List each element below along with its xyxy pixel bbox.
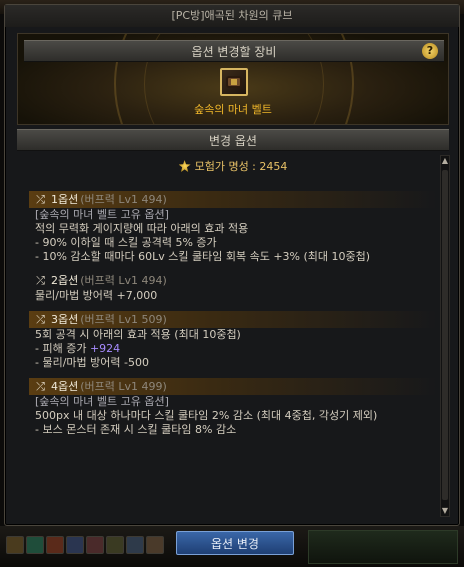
option-block: ⤮ 1옵션 (버프력 Lv1 494) [숲속의 마녀 벨트 고유 옵션] 적의 무력화… (29, 191, 437, 264)
option-line: [숲속의 마녀 벨트 고유 옵션] (29, 208, 437, 222)
option-line-text: - 10% 감소할 때마다 60Lv 스킬 쿨타임 회복 속도 +3% (최대 … (35, 250, 371, 263)
option-line: - 10% 감소할 때마다 60Lv 스킬 쿨타임 회복 속도 +3% (최대 … (29, 250, 437, 264)
scroll-thumb[interactable] (442, 170, 448, 500)
quickslot-icon[interactable] (146, 536, 164, 554)
equip-panel: 옵션 변경할 장비 ? 숲속의 마녀 벨트 (17, 33, 449, 125)
options-header: 변경 옵션 (17, 129, 449, 151)
quickslot-icon[interactable] (126, 536, 144, 554)
equip-section-title: 옵션 변경할 장비 (24, 40, 444, 62)
option-header[interactable]: ⤮ 3옵션 (버프력 Lv1 509) (29, 311, 437, 328)
shuffle-icon: ⤮ (36, 313, 45, 326)
fame-icon (178, 160, 191, 172)
option-line: 500px 내 대상 하나마다 스킬 쿨타임 2% 감소 (최대 4중첩, 각성… (29, 409, 437, 423)
fame-label: 모험가 명성 : 2454 (194, 160, 288, 173)
option-line-text: - 피해 증가 (35, 342, 90, 355)
shuffle-icon: ⤮ (36, 274, 45, 287)
option-label: 1옵션 (51, 193, 79, 206)
option-line-text: 적의 무력화 게이지량에 따라 아래의 효과 적용 (35, 222, 249, 235)
option-header[interactable]: ⤮ 2옵션 (버프력 Lv1 494) (29, 272, 437, 289)
hud-skill-panel (308, 530, 458, 564)
option-list: ⤮ 1옵션 (버프력 Lv1 494) [숲속의 마녀 벨트 고유 옵션] 적의 무력화… (29, 191, 437, 445)
option-line: - 피해 증가 +924 (29, 342, 437, 356)
option-buff-level: (버프력 Lv1 494) (80, 193, 167, 206)
option-line-text: - 보스 몬스터 존재 시 스킬 쿨타임 8% 감소 (35, 423, 237, 436)
option-line: - 90% 이하일 때 스킬 공격력 5% 증가 (29, 236, 437, 250)
option-line-text: - 90% 이하일 때 스킬 공격력 5% 증가 (35, 236, 217, 249)
bottom-bar: 옵션 변경 (0, 526, 464, 567)
scroll-down-icon[interactable]: ▼ (441, 506, 449, 516)
option-buff-level: (버프력 Lv1 509) (80, 313, 167, 326)
option-label: 2옵션 (51, 274, 79, 287)
window-title: [PC방]애곡된 차원의 큐브 (5, 5, 459, 27)
cube-window: [PC방]애곡된 차원의 큐브 옵션 변경할 장비 ? 숲속의 마녀 벨트 변경… (4, 4, 460, 526)
option-label: 3옵션 (51, 313, 79, 326)
option-highlight-value: +924 (89, 342, 121, 355)
option-buff-level: (버프력 Lv1 499) (80, 380, 167, 393)
option-block: ⤮ 2옵션 (버프력 Lv1 494) 물리/마법 방어력 +7,000 (29, 272, 437, 303)
belt-item-icon[interactable] (220, 68, 248, 96)
option-line-text: [숲속의 마녀 벨트 고유 옵션] (35, 395, 169, 408)
option-line-text: 500px 내 대상 하나마다 스킬 쿨타임 2% 감소 (최대 4중첩, 각성… (35, 409, 378, 422)
item-name: 숲속의 마녀 벨트 (194, 103, 272, 116)
help-icon[interactable]: ? (422, 43, 438, 59)
shuffle-icon: ⤮ (36, 193, 45, 206)
quick-slots (6, 536, 164, 554)
option-block: ⤮ 4옵션 (버프력 Lv1 499) [숲속의 마녀 벨트 고유 옵션] 500px … (29, 378, 437, 437)
option-label: 4옵션 (51, 380, 79, 393)
quickslot-icon[interactable] (46, 536, 64, 554)
shuffle-icon: ⤮ (36, 380, 45, 393)
option-block: ⤮ 3옵션 (버프력 Lv1 509) 5회 공격 시 아래의 효과 적용 (최대 1… (29, 311, 437, 370)
option-header[interactable]: ⤮ 4옵션 (버프력 Lv1 499) (29, 378, 437, 395)
option-line: 적의 무력화 게이지량에 따라 아래의 효과 적용 (29, 222, 437, 236)
scroll-up-icon[interactable]: ▲ (441, 156, 449, 166)
option-line: [숲속의 마녀 벨트 고유 옵션] (29, 395, 437, 409)
scrollbar[interactable]: ▲ ▼ (440, 155, 450, 517)
option-line: - 물리/마법 방어력 -500 (29, 356, 437, 370)
option-line-text: [숲속의 마녀 벨트 고유 옵션] (35, 208, 169, 221)
option-line: - 보스 몬스터 존재 시 스킬 쿨타임 8% 감소 (29, 423, 437, 437)
quickslot-icon[interactable] (26, 536, 44, 554)
quickslot-icon[interactable] (66, 536, 84, 554)
option-line: 물리/마법 방어력 +7,000 (29, 289, 437, 303)
option-line-text: 5회 공격 시 아래의 효과 적용 (최대 10중첩) (35, 328, 241, 341)
options-section-title: 변경 옵션 (17, 129, 449, 151)
option-line-text: - 물리/마법 방어력 -500 (35, 356, 149, 369)
quickslot-icon[interactable] (106, 536, 124, 554)
quickslot-icon[interactable] (86, 536, 104, 554)
option-buff-level: (버프력 Lv1 494) (80, 274, 167, 287)
fame-row: 모험가 명성 : 2454 (17, 158, 449, 174)
quickslot-icon[interactable] (6, 536, 24, 554)
option-change-button[interactable]: 옵션 변경 (176, 531, 294, 555)
buckle-icon (231, 79, 237, 85)
option-header[interactable]: ⤮ 1옵션 (버프력 Lv1 494) (29, 191, 437, 208)
option-line: 5회 공격 시 아래의 효과 적용 (최대 10중첩) (29, 328, 437, 342)
option-line-text: 물리/마법 방어력 +7,000 (35, 289, 158, 302)
